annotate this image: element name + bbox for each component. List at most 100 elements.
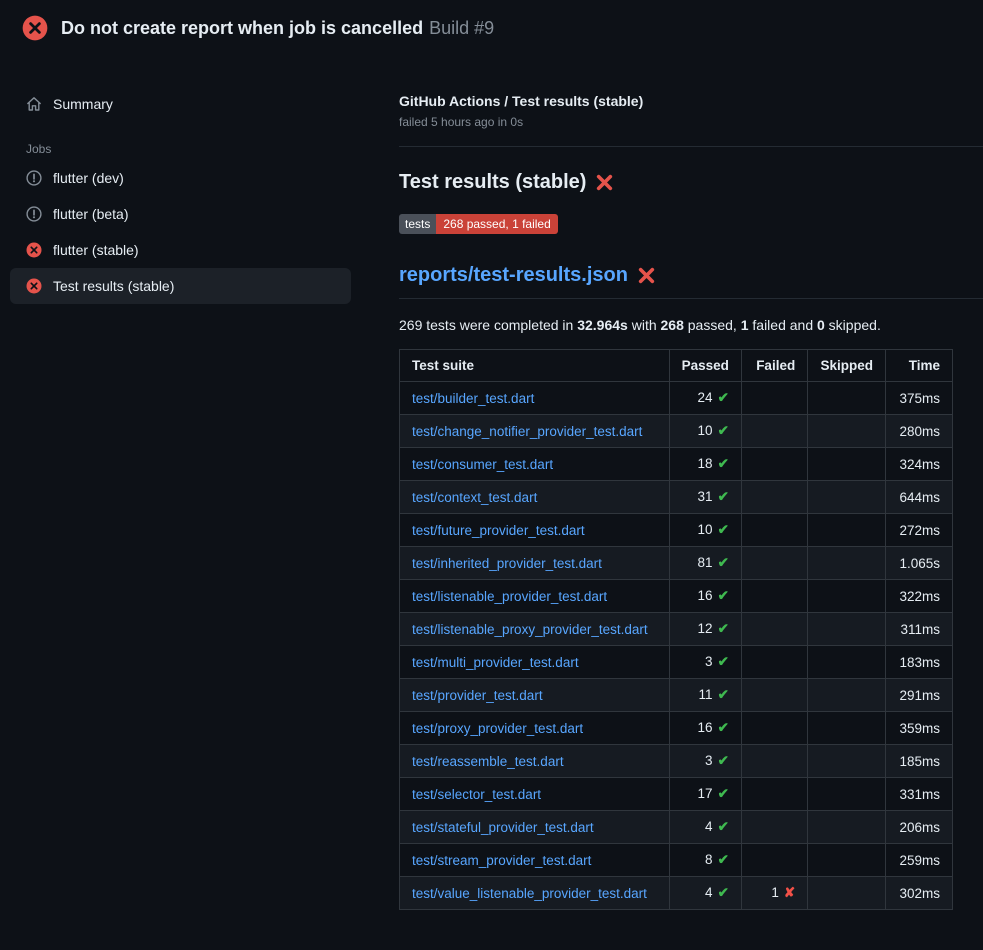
suite-link[interactable]: test/multi_provider_test.dart: [412, 655, 579, 670]
summary-text-part: 32.964s: [577, 317, 628, 333]
failed-cell: [741, 415, 807, 448]
failed-cell: [741, 712, 807, 745]
skipped-cell: [808, 877, 886, 910]
suite-link[interactable]: test/context_test.dart: [412, 490, 537, 505]
failed-cell: [741, 613, 807, 646]
suite-link[interactable]: test/inherited_provider_test.dart: [412, 556, 602, 571]
passed-cell: 10 ✔: [669, 514, 741, 547]
passed-cell: 12✔: [669, 613, 741, 646]
suite-cell: test/stream_provider_test.dart: [400, 844, 670, 877]
sidebar-item-job[interactable]: flutter (beta): [10, 196, 351, 232]
passed-count: 10: [698, 423, 713, 438]
sidebar-item-job[interactable]: flutter (dev): [10, 160, 351, 196]
check-icon: ✔: [718, 555, 729, 570]
suite-link[interactable]: test/selector_test.dart: [412, 787, 541, 802]
table-row: test/stream_provider_test.dart8✔259ms: [400, 844, 953, 877]
sidebar-item-job[interactable]: Test results (stable): [10, 268, 351, 304]
check-icon: ✔: [718, 654, 729, 669]
suite-cell: test/multi_provider_test.dart: [400, 646, 670, 679]
suite-link[interactable]: test/proxy_provider_test.dart: [412, 721, 583, 736]
failed-cell: [741, 448, 807, 481]
passed-count: 4: [705, 819, 713, 834]
suite-link[interactable]: test/listenable_proxy_provider_test.dart: [412, 622, 648, 637]
skipped-cell: [808, 415, 886, 448]
failed-cell: 1✘: [741, 877, 807, 910]
check-icon: ✔: [718, 456, 729, 471]
summary-text-part: 269 tests were completed in: [399, 317, 577, 333]
suite-link[interactable]: test/provider_test.dart: [412, 688, 543, 703]
time-cell: 259ms: [886, 844, 953, 877]
suite-link[interactable]: test/value_listenable_provider_test.dart: [412, 886, 647, 901]
home-icon: [26, 96, 42, 112]
jobs-list: flutter (dev)flutter (beta) flutter (stab…: [10, 160, 351, 304]
suite-cell: test/future_provider_test.dart: [400, 514, 670, 547]
column-header: Skipped: [808, 350, 886, 382]
failed-cell: [741, 679, 807, 712]
suite-link[interactable]: test/change_notifier_provider_test.dart: [412, 424, 642, 439]
suite-cell: test/selector_test.dart: [400, 778, 670, 811]
check-icon: ✔: [718, 819, 729, 834]
passed-cell: 18✔: [669, 448, 741, 481]
time-cell: 302ms: [886, 877, 953, 910]
badge-value: 268 passed, 1 failed: [436, 214, 557, 234]
suite-cell: test/proxy_provider_test.dart: [400, 712, 670, 745]
failed-cell: [741, 646, 807, 679]
passed-cell: 16✔: [669, 580, 741, 613]
check-icon: ✔: [718, 885, 729, 900]
suite-link[interactable]: test/reassemble_test.dart: [412, 754, 564, 769]
passed-count: 31: [698, 489, 713, 504]
page-title: Do not create report when job is cancell…: [61, 18, 494, 39]
table-row: test/future_provider_test.dart10✔272ms: [400, 514, 953, 547]
passed-cell: 81✔: [669, 547, 741, 580]
red-x-icon: [596, 174, 613, 191]
table-row: test/listenable_provider_test.dart16✔322…: [400, 580, 953, 613]
time-cell: 644ms: [886, 481, 953, 514]
time-cell: 311ms: [886, 613, 953, 646]
suite-link[interactable]: test/stream_provider_test.dart: [412, 853, 591, 868]
skipped-cell: [808, 712, 886, 745]
suite-link[interactable]: test/consumer_test.dart: [412, 457, 553, 472]
suite-link[interactable]: test/listenable_provider_test.dart: [412, 589, 607, 604]
table-row: test/selector_test.dart 17✔ 331ms: [400, 778, 953, 811]
build-number: Build #9: [429, 18, 494, 38]
column-header: Time: [886, 350, 953, 382]
alert-circle-icon: [26, 170, 42, 186]
report-link[interactable]: reports/test-results.json: [399, 264, 628, 287]
passed-count: 10: [698, 522, 713, 537]
suite-link[interactable]: test/builder_test.dart: [412, 391, 534, 406]
skipped-cell: [808, 679, 886, 712]
suite-cell: test/change_notifier_provider_test.dart: [400, 415, 670, 448]
jobs-section-label: Jobs: [26, 142, 351, 156]
suite-link[interactable]: test/future_provider_test.dart: [412, 523, 585, 538]
suite-cell: test/context_test.dart: [400, 481, 670, 514]
table-row: test/builder_test.dart24✔375ms: [400, 382, 953, 415]
failed-cell: [741, 778, 807, 811]
suite-cell: test/reassemble_test.dart: [400, 745, 670, 778]
summary-text-part: passed,: [684, 317, 741, 333]
check-icon: ✔: [718, 522, 729, 537]
suite-link[interactable]: test/stateful_provider_test.dart: [412, 820, 594, 835]
skipped-cell: [808, 646, 886, 679]
passed-cell: 3✔: [669, 646, 741, 679]
passed-count: 3: [705, 753, 713, 768]
header: Do not create report when job is cancell…: [0, 0, 983, 56]
passed-cell: 4✔: [669, 877, 741, 910]
skipped-cell: [808, 382, 886, 415]
check-icon: ✔: [718, 423, 729, 438]
sidebar-item-job[interactable]: flutter (stable): [10, 232, 351, 268]
passed-cell: 17✔: [669, 778, 741, 811]
time-cell: 291ms: [886, 679, 953, 712]
passed-count: 4: [705, 885, 713, 900]
column-header: Test suite: [400, 350, 670, 382]
skipped-cell: [808, 613, 886, 646]
check-icon: ✔: [718, 489, 729, 504]
suite-cell: test/builder_test.dart: [400, 382, 670, 415]
sidebar-item-label: flutter (stable): [53, 242, 139, 258]
time-cell: 331ms: [886, 778, 953, 811]
summary-text-part: 0: [817, 317, 825, 333]
skipped-cell: [808, 844, 886, 877]
table-row: test/context_test.dart 31 ✔ 644ms: [400, 481, 953, 514]
failed-cell: [741, 382, 807, 415]
table-row: test/stateful_provider_test.dart4✔206ms: [400, 811, 953, 844]
sidebar-item-summary[interactable]: Summary: [10, 86, 351, 122]
